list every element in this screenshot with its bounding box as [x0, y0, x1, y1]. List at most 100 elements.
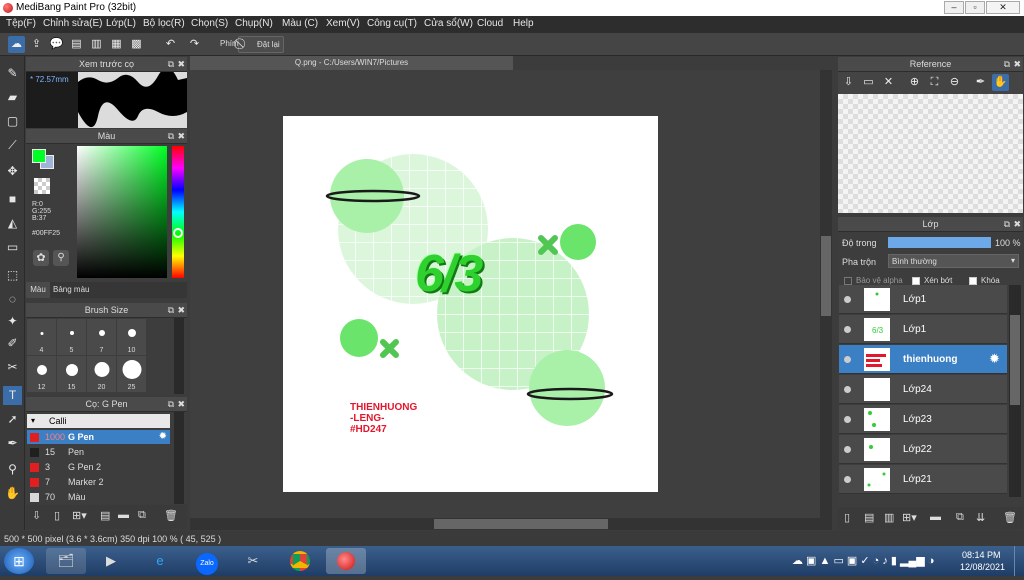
brush-size-scrollbar[interactable]	[174, 318, 184, 394]
hand-tool-icon[interactable]: ✋	[3, 484, 22, 503]
canvas-horizontal-scrollbar[interactable]	[190, 518, 832, 530]
brush-list-scrollbar[interactable]	[174, 412, 184, 504]
close-button[interactable]: ✕	[986, 1, 1020, 14]
new-brush-icon[interactable]: ▯	[54, 509, 60, 522]
layer-row-selected[interactable]: thienhuong ✹	[839, 345, 1007, 374]
start-button-icon[interactable]: ⊞	[4, 548, 34, 574]
duplicate-layer-icon[interactable]: ⧉	[956, 511, 964, 524]
clock-time[interactable]: 08:14 PM	[962, 550, 1001, 560]
minimize-button[interactable]: –	[944, 1, 964, 14]
layer-scrollbar[interactable]	[1009, 285, 1021, 497]
menu-file[interactable]: Tệp(F)	[6, 18, 36, 29]
gradient-tool-icon[interactable]: ▭	[3, 238, 22, 257]
tab-palette[interactable]: Bảng màu	[53, 285, 89, 294]
visibility-eye-icon[interactable]	[844, 326, 851, 333]
popout-icon[interactable]: ⧉	[1004, 57, 1010, 71]
brush-item-g-pen[interactable]: 1000 G Pen ✹	[27, 430, 170, 444]
media-player-taskbar-icon[interactable]: ▶	[91, 548, 131, 574]
folder-icon[interactable]: ▬	[930, 511, 941, 523]
hue-handle[interactable]	[173, 228, 183, 238]
settings-gear-icon[interactable]: ✹	[989, 351, 1000, 367]
eyedropper-tool-icon[interactable]: ⚲	[3, 460, 22, 479]
canvas-vertical-scrollbar[interactable]	[820, 70, 832, 518]
layer-row[interactable]: Lớp21	[839, 465, 1007, 494]
brush-tool-icon[interactable]: ✎	[3, 64, 22, 83]
magic-wand-tool-icon[interactable]: ✦	[3, 312, 22, 331]
grid-icon[interactable]: ▦	[108, 36, 125, 53]
page-icon[interactable]: ▥	[88, 36, 105, 53]
brush-item-marker-2[interactable]: 7 Marker 2	[27, 475, 170, 489]
operation-tool-icon[interactable]: ➚	[3, 410, 22, 429]
popout-icon[interactable]: ⧉	[168, 303, 174, 317]
menu-color[interactable]: Màu (C)	[282, 18, 318, 29]
select-eraser-tool-icon[interactable]: ✂	[3, 358, 22, 377]
lasso-tool-icon[interactable]: ◌	[3, 290, 22, 309]
popout-icon[interactable]: ⧉	[168, 57, 174, 71]
tab-color[interactable]: Màu	[26, 282, 50, 298]
scroll-thumb[interactable]	[434, 519, 608, 529]
fit-icon[interactable]: ⛶	[926, 74, 943, 91]
tiles-icon[interactable]: ▩	[128, 36, 145, 53]
select-tool-icon[interactable]: ⬚	[3, 266, 22, 285]
cloud-icon[interactable]: ☁	[8, 36, 25, 53]
reset-button[interactable]: ⃠ Đặt lại	[238, 36, 284, 53]
trash-icon[interactable]: 🗑	[164, 509, 178, 522]
brush-size-option[interactable]: 12	[27, 356, 56, 392]
zalo-taskbar-icon[interactable]: Zalo	[187, 548, 227, 575]
visibility-eye-icon[interactable]	[844, 416, 851, 423]
brush-size-option[interactable]: 15	[57, 356, 86, 392]
undo-icon[interactable]: ↶	[162, 36, 179, 53]
copy-icon[interactable]: ⧉	[138, 509, 146, 522]
protect-alpha-checkbox[interactable]	[844, 277, 852, 285]
fill-rect-tool-icon[interactable]: ■	[3, 190, 22, 209]
hand-icon[interactable]: ✋	[992, 74, 1009, 91]
line-tool-icon[interactable]: ⟋	[3, 136, 22, 155]
share-icon[interactable]: ⇪	[28, 36, 45, 53]
document-tab[interactable]: Q.png - C:/Users/WIN7/Pictures	[190, 56, 513, 70]
menu-layer[interactable]: Lớp(L)	[106, 18, 136, 29]
settings-gear-icon[interactable]: ✹	[159, 431, 167, 442]
palette-icon[interactable]: ✿	[33, 250, 49, 266]
close-icon[interactable]: ✖	[177, 129, 185, 143]
brush-size-option[interactable]: 10	[117, 319, 146, 355]
eyedropper-icon[interactable]: ✒	[972, 74, 989, 91]
chrome-taskbar-icon[interactable]	[280, 548, 320, 574]
show-desktop-button[interactable]	[1014, 546, 1024, 576]
brush-size-option[interactable]: 20	[87, 356, 116, 392]
menu-capture[interactable]: Chụp(N)	[235, 18, 273, 29]
layer-row[interactable]: 6/3 Lớp1	[839, 315, 1007, 344]
new-layer-icon[interactable]: ▯	[844, 511, 850, 524]
collapse-icon[interactable]: ▾	[31, 416, 35, 425]
add-brush-icon[interactable]: ⊞▾	[72, 509, 87, 522]
cloud-download-icon[interactable]: ⇩	[840, 74, 857, 91]
close-icon[interactable]: ✖	[177, 303, 185, 317]
new-layer-1bit-icon[interactable]: ▥	[884, 511, 894, 524]
comment-icon[interactable]: 💬	[48, 36, 65, 53]
snipping-tool-taskbar-icon[interactable]: ✂	[233, 548, 273, 574]
close-icon[interactable]: ✖	[177, 57, 185, 71]
move-tool-icon[interactable]: ✥	[3, 162, 22, 181]
text-tool-icon[interactable]: T	[3, 386, 22, 405]
visibility-eye-icon[interactable]	[844, 476, 851, 483]
eraser-tool-icon[interactable]: ▰	[3, 88, 22, 107]
popout-icon[interactable]: ⧉	[168, 397, 174, 411]
drawing-canvas[interactable]: 6/3 THIENHUONG -LENG- #HD247	[283, 116, 658, 492]
layer-row[interactable]: Lớp22	[839, 435, 1007, 464]
brush-size-option[interactable]: 5	[57, 319, 86, 355]
primary-color-swatch[interactable]	[32, 149, 46, 163]
close-icon[interactable]: ✕	[880, 74, 897, 91]
select-pen-tool-icon[interactable]: ✐	[3, 334, 22, 353]
brush-item-pen[interactable]: 15 Pen	[27, 445, 170, 459]
clock-date[interactable]: 12/08/2021	[960, 562, 1005, 572]
menu-window[interactable]: Cửa sổ(W)	[424, 18, 473, 29]
popout-icon[interactable]: ⧉	[168, 129, 174, 143]
tray-icons[interactable]: ☁ ▣ ▲ ▭ ▣ ✓ ◔ ♪ ▮ ▂▄▆ ◑	[792, 554, 934, 567]
explorer-taskbar-icon[interactable]: 🗂	[46, 548, 86, 574]
menu-edit[interactable]: Chỉnh sửa(E)	[43, 18, 103, 29]
maximize-button[interactable]: ▫	[965, 1, 985, 14]
eyedropper-icon[interactable]: ⚲	[53, 250, 69, 266]
brush-group[interactable]: ▾ Calli	[27, 414, 170, 428]
layer-row[interactable]: Lớp1	[839, 285, 1007, 314]
trash-icon[interactable]: 🗑	[1003, 511, 1017, 524]
add-layer-menu-icon[interactable]: ⊞▾	[902, 511, 917, 524]
